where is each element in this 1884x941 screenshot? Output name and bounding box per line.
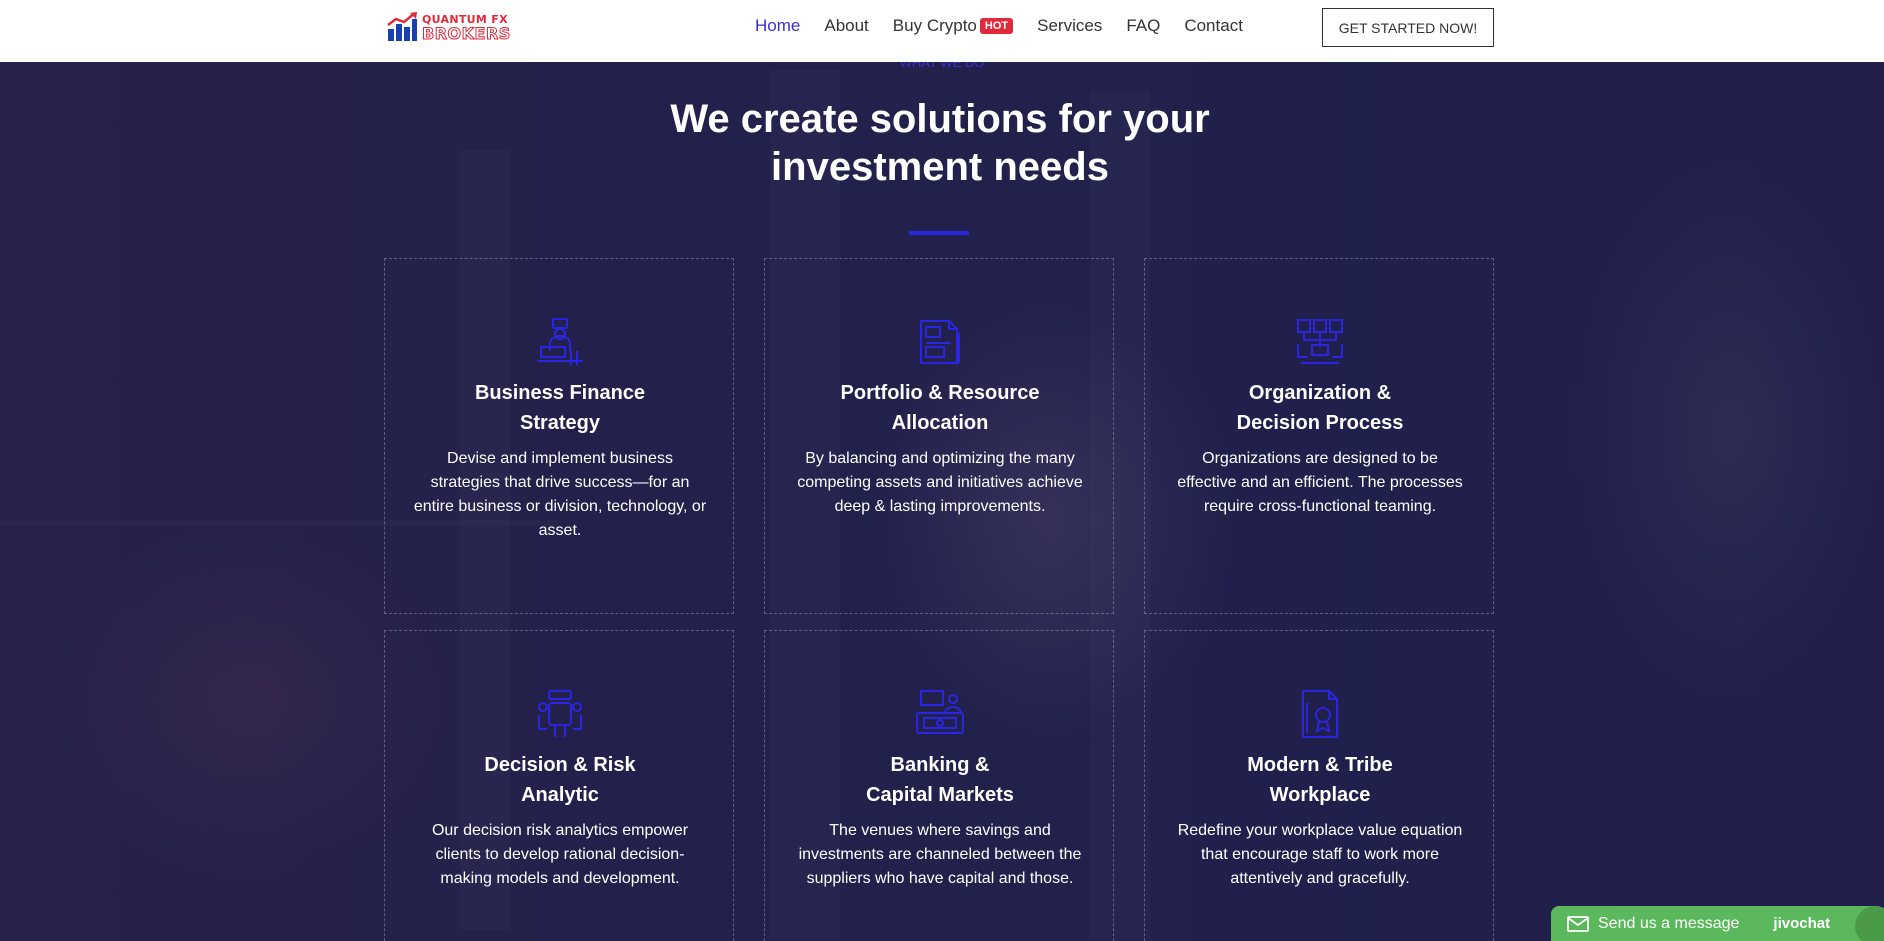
logo-text-line2: BROKERS	[422, 24, 511, 43]
service-card-banking[interactable]: Banking & Capital Markets The venues whe…	[764, 630, 1114, 941]
card-title: Portfolio & Resource Allocation	[785, 378, 1095, 438]
chat-brand: jivochat	[1773, 915, 1831, 932]
card-title-line1: Organization &	[1248, 382, 1392, 404]
nav-home[interactable]: Home	[755, 16, 800, 36]
card-title: Organization & Decision Process	[1165, 378, 1475, 438]
hot-badge: HOT	[979, 18, 1014, 34]
chat-label: Send us a message	[1598, 914, 1740, 932]
section-heading: We create solutions for your investment …	[600, 95, 1280, 191]
bar-chart-logo-icon	[387, 12, 417, 41]
card-title-line1: Portfolio & Resource	[840, 382, 1040, 404]
card-title-line1: Modern & Tribe	[1247, 754, 1393, 776]
service-card-workplace[interactable]: Modern & Tribe Workplace Redefine your w…	[1144, 630, 1494, 941]
chat-avatar	[1855, 906, 1884, 941]
card-title-line2: Workplace	[1269, 784, 1371, 806]
mail-icon	[1567, 915, 1589, 932]
service-card-business-finance[interactable]: Business Finance Strategy Devise and imp…	[384, 258, 734, 614]
nav-faq[interactable]: FAQ	[1126, 16, 1160, 36]
bank-money-icon	[916, 690, 964, 734]
card-title-line2: Capital Markets	[866, 784, 1014, 806]
service-card-decision-risk[interactable]: Decision & Risk Analytic Our decision ri…	[384, 630, 734, 941]
nav-services[interactable]: Services	[1037, 16, 1102, 36]
card-description: Redefine your workplace value equation t…	[1177, 822, 1463, 887]
heading-divider	[909, 231, 969, 235]
card-description: Our decision risk analytics empower clie…	[431, 822, 689, 887]
nav-about[interactable]: About	[824, 16, 868, 36]
card-description: Devise and implement business strategies…	[413, 450, 707, 539]
meeting-table-icon	[538, 690, 582, 737]
card-description: The venues where savings and investments…	[798, 822, 1082, 887]
card-title-line2: Decision Process	[1236, 412, 1404, 434]
nav-buy-crypto[interactable]: Buy Crypto HOT	[892, 16, 1014, 36]
card-description: Organizations are designed to be effecti…	[1177, 450, 1463, 515]
document-chart-icon	[920, 320, 960, 364]
nav-contact[interactable]: Contact	[1184, 16, 1243, 36]
site-header: QUANTUM FX BROKERS Home About Buy Crypto…	[0, 0, 1884, 62]
nav-buy-crypto-label: Buy Crypto	[892, 16, 977, 35]
chat-widget[interactable]: Send us a message jivochat	[1551, 906, 1884, 941]
card-title: Business Finance Strategy	[405, 378, 715, 438]
certificate-document-icon	[1302, 690, 1338, 738]
card-title-line1: Banking &	[890, 754, 990, 776]
heading-line1: We create solutions for your	[670, 97, 1210, 141]
card-title: Modern & Tribe Workplace	[1165, 750, 1475, 810]
service-card-portfolio[interactable]: Portfolio & Resource Allocation By balan…	[764, 258, 1114, 614]
brand-logo[interactable]: QUANTUM FX BROKERS	[386, 11, 511, 43]
card-title: Banking & Capital Markets	[785, 750, 1095, 810]
get-started-button[interactable]: GET STARTED NOW!	[1322, 8, 1494, 47]
service-card-organization[interactable]: Organization & Decision Process Organiza…	[1144, 258, 1494, 614]
card-title-line2: Analytic	[521, 784, 599, 806]
card-title-line1: Business Finance	[474, 382, 646, 404]
card-title-line1: Decision & Risk	[484, 754, 636, 776]
org-chart-icon	[1297, 319, 1343, 364]
card-description: By balancing and optimizing the many com…	[797, 450, 1083, 515]
card-title-line2: Strategy	[519, 412, 601, 434]
main-nav: Home About Buy Crypto HOT Services FAQ Co…	[755, 16, 1267, 36]
card-title-line2: Allocation	[891, 412, 989, 434]
card-title: Decision & Risk Analytic	[405, 750, 715, 810]
heading-line2: investment needs	[771, 145, 1109, 189]
businessman-at-desk-icon	[537, 318, 583, 365]
